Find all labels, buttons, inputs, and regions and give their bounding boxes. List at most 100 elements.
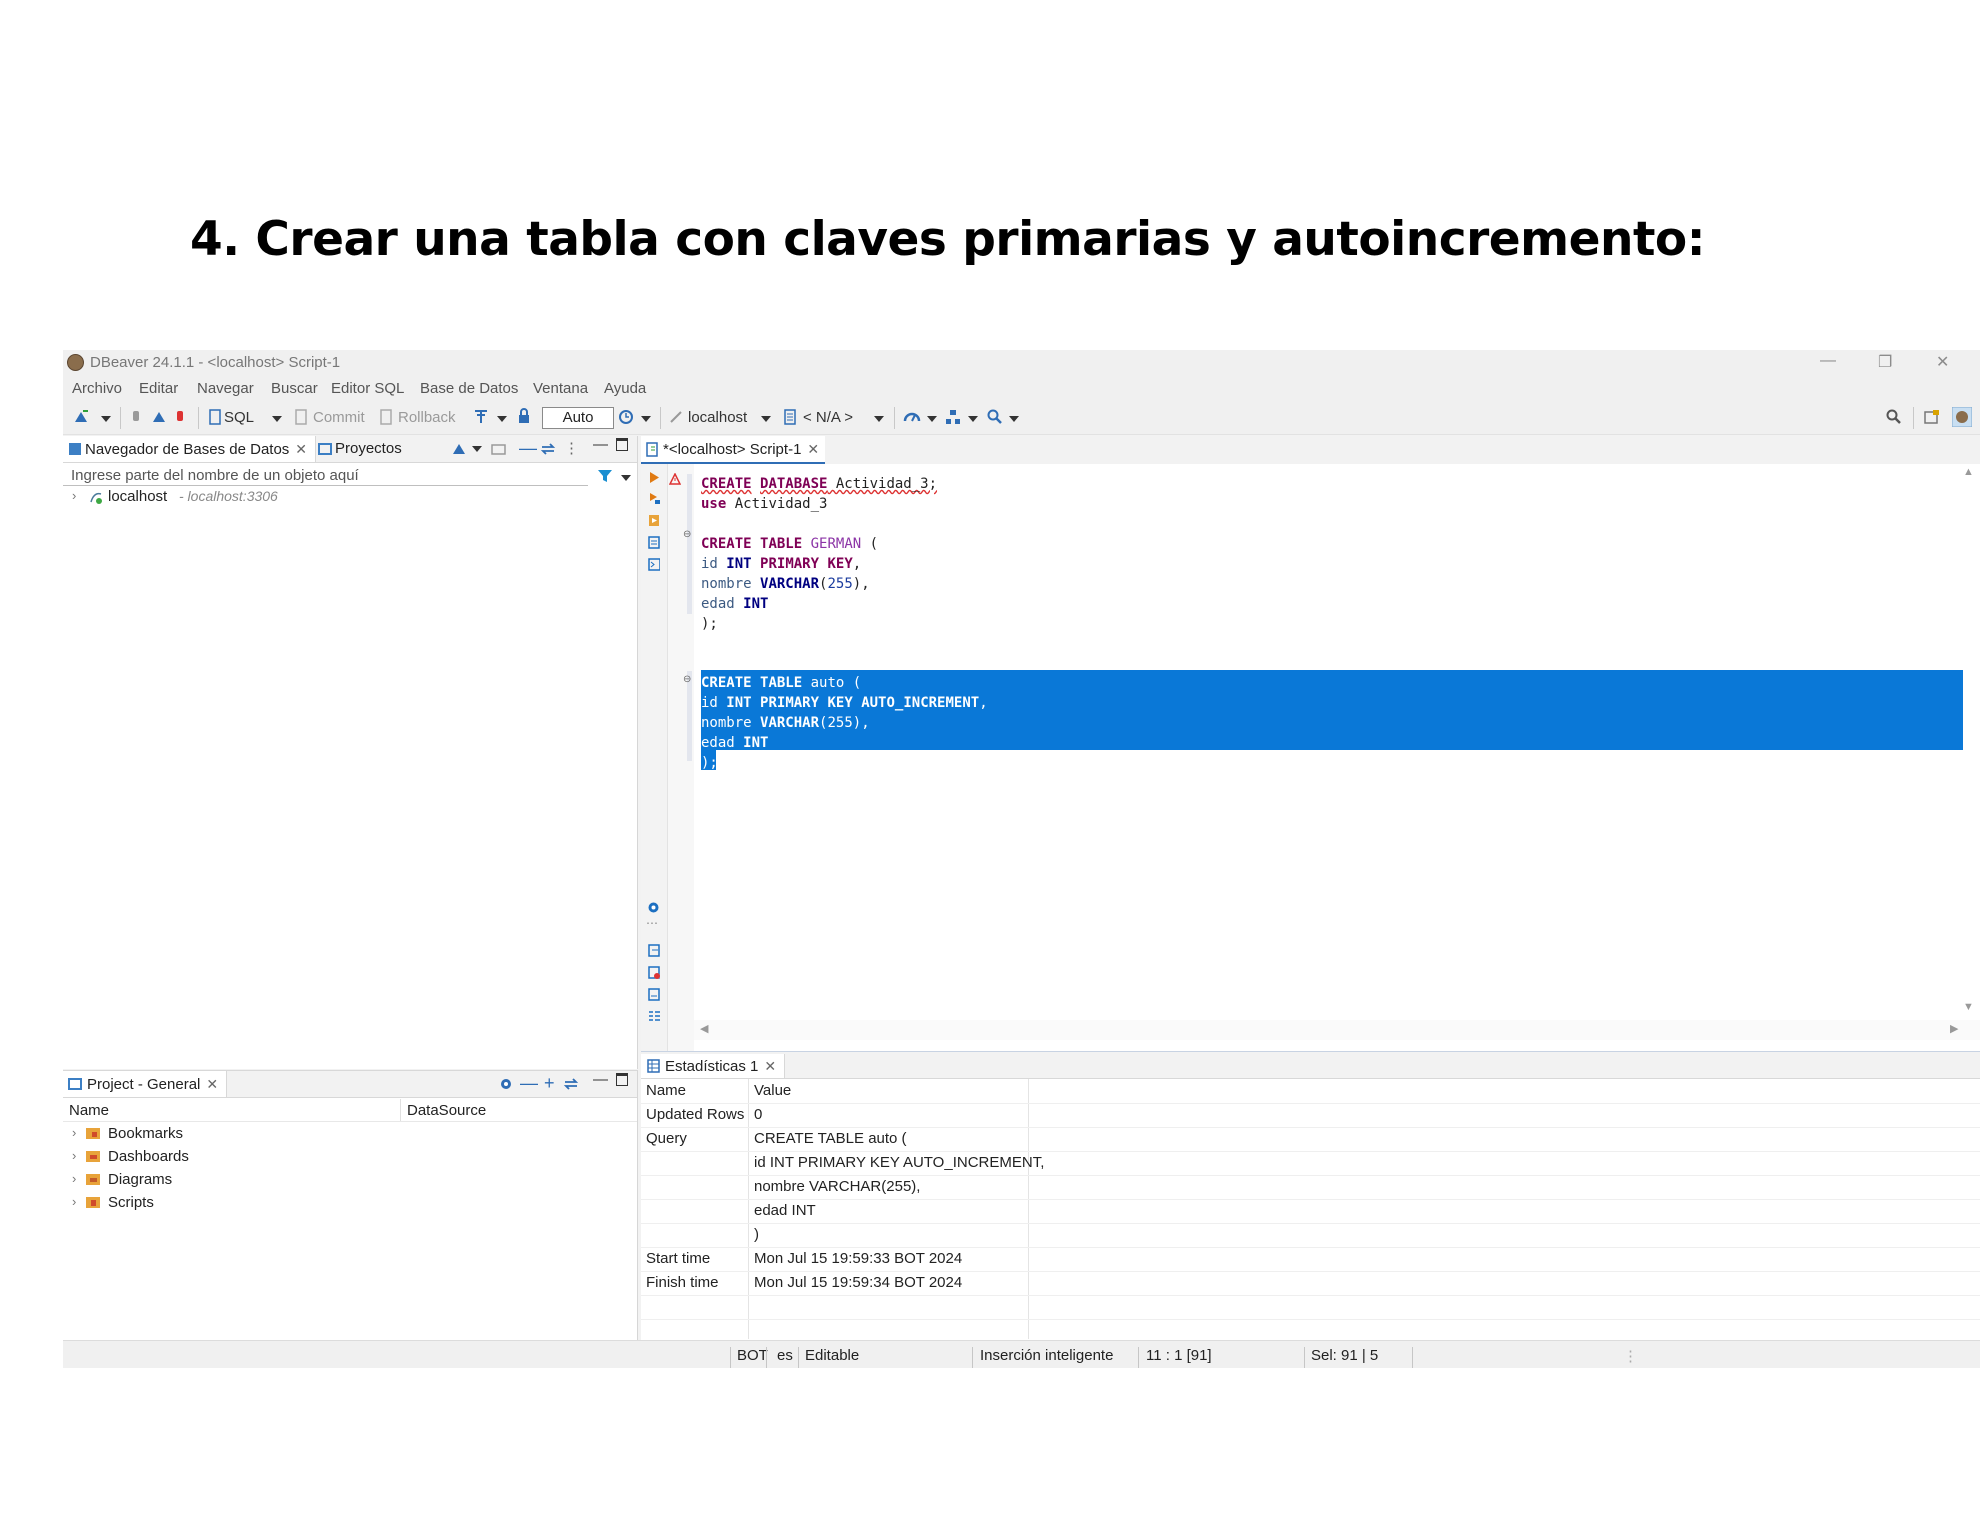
lock-icon[interactable] <box>517 408 531 425</box>
code-line-15[interactable]: ); <box>701 753 718 773</box>
status-insert-mode[interactable]: Inserción inteligente <box>980 1347 1113 1364</box>
expand-chevron-icon[interactable]: › <box>72 1194 76 1209</box>
erd-icon[interactable] <box>945 409 961 425</box>
dashboard-icon[interactable] <box>903 409 921 425</box>
scroll-right-icon[interactable]: ▶ <box>1950 1022 1958 1035</box>
horizontal-scrollbar[interactable]: ◀ ▶ <box>694 1020 1980 1040</box>
collapse-icon[interactable]: — <box>520 1073 538 1094</box>
new-connection-dropdown-icon[interactable] <box>101 416 111 422</box>
tab-project-general[interactable]: Project - General ✕ <box>63 1071 228 1097</box>
commit-icon[interactable] <box>295 409 307 425</box>
column-header-name[interactable]: Name <box>646 1079 686 1103</box>
link-editor-icon[interactable] <box>563 1076 579 1092</box>
code-line-4[interactable]: CREATE TABLE GERMAN ( <box>701 534 878 554</box>
navigator-filter-field[interactable]: Ingrese parte del nombre de un objeto aq… <box>63 465 588 486</box>
link-editor-icon[interactable] <box>540 441 556 457</box>
project-item-bookmarks[interactable]: › Bookmarks <box>63 1123 637 1146</box>
project-item-dashboards[interactable]: › Dashboards <box>63 1146 637 1169</box>
minimize-view-icon[interactable]: — <box>593 1071 608 1088</box>
restore-icon[interactable]: ❐ <box>1878 352 1892 372</box>
project-item-diagrams[interactable]: › Diagrams <box>63 1169 637 1192</box>
code-line-2[interactable]: use Actividad_3 <box>701 494 827 514</box>
expand-chevron-icon[interactable]: › <box>72 1171 76 1186</box>
maximize-view-icon[interactable] <box>616 438 628 451</box>
fold-icon[interactable]: ⊖ <box>683 529 691 540</box>
find-icon[interactable] <box>987 409 1003 425</box>
code-line-13[interactable]: nombre VARCHAR(255), <box>701 713 870 733</box>
explain-plan-icon[interactable] <box>648 558 660 571</box>
menu-base-de-datos[interactable]: Base de Datos <box>420 380 518 397</box>
expand-chevron-icon[interactable]: › <box>72 488 76 503</box>
rollback-icon[interactable] <box>380 409 392 425</box>
history-icon[interactable] <box>618 409 634 425</box>
outline-icon[interactable] <box>648 1010 660 1023</box>
navigator-menu-icon[interactable] <box>472 446 482 452</box>
scroll-up-icon[interactable]: ▲ <box>1963 466 1974 478</box>
execute-script-icon[interactable] <box>648 514 660 527</box>
sql-dropdown-icon[interactable] <box>272 416 282 422</box>
expand-icon[interactable]: + <box>544 1073 555 1094</box>
reconnect-icon[interactable] <box>151 409 167 425</box>
sql-button[interactable]: SQL <box>224 409 254 426</box>
minimize-view-icon[interactable]: — <box>593 436 608 453</box>
menu-editor-sql[interactable]: Editor SQL <box>331 380 404 397</box>
column-header-value[interactable]: Value <box>754 1079 791 1103</box>
filter-icon[interactable] <box>597 468 613 484</box>
close-window-icon[interactable]: ✕ <box>1936 352 1949 372</box>
project-item-scripts[interactable]: › Scripts <box>63 1192 637 1215</box>
code-line-8[interactable]: ); <box>701 614 718 634</box>
menu-editar[interactable]: Editar <box>139 380 178 397</box>
menu-ayuda[interactable]: Ayuda <box>604 380 646 397</box>
expand-chevron-icon[interactable]: › <box>72 1148 76 1163</box>
code-line-6[interactable]: nombre VARCHAR(255), <box>701 574 870 594</box>
table-row[interactable]: nombre VARCHAR(255), <box>641 1175 1980 1200</box>
search-icon[interactable] <box>1886 409 1902 425</box>
table-row[interactable]: id INT PRIMARY KEY AUTO_INCREMENT, <box>641 1151 1980 1176</box>
connect-icon[interactable] <box>129 409 143 425</box>
find-dropdown-icon[interactable] <box>1009 416 1019 422</box>
close-tab-icon[interactable]: ✕ <box>807 441 819 457</box>
menu-archivo[interactable]: Archivo <box>72 380 122 397</box>
history-dropdown-icon[interactable] <box>641 416 651 422</box>
transaction-mode-field[interactable]: Auto <box>542 407 614 429</box>
code-line-5[interactable]: id INT PRIMARY KEY, <box>701 554 861 574</box>
scroll-left-icon[interactable]: ◀ <box>700 1022 708 1035</box>
export-icon[interactable] <box>648 944 660 957</box>
close-tab-icon[interactable]: ✕ <box>295 441 307 457</box>
table-row[interactable]: edad INT <box>641 1199 1980 1224</box>
execute-in-new-tab-icon[interactable] <box>648 492 660 505</box>
code-line-1[interactable]: CREATE DATABASE Actividad_3; <box>701 474 937 494</box>
new-connection-icon[interactable] <box>451 441 467 457</box>
tree-item-localhost[interactable]: › localhost - localhost:3306 <box>63 488 637 508</box>
table-row[interactable]: Query CREATE TABLE auto ( <box>641 1127 1980 1152</box>
commit-button[interactable]: Commit <box>313 409 365 426</box>
filter-dropdown-icon[interactable] <box>621 475 631 481</box>
collapse-all-icon[interactable]: — <box>519 438 537 459</box>
code-line-14[interactable]: edad INT <box>701 733 768 753</box>
settings-gear-icon[interactable] <box>647 901 659 914</box>
expand-chevron-icon[interactable]: › <box>72 1125 76 1140</box>
configure-icon[interactable] <box>498 1076 514 1092</box>
rollback-button[interactable]: Rollback <box>398 409 456 426</box>
execute-script-new-tab-icon[interactable] <box>648 536 660 549</box>
transaction-dropdown-icon[interactable] <box>497 416 507 422</box>
scroll-down-icon[interactable]: ▼ <box>1963 1001 1974 1013</box>
maximize-view-icon[interactable] <box>616 1073 628 1086</box>
code-line-7[interactable]: edad INT <box>701 594 768 614</box>
fold-icon[interactable]: ⊖ <box>683 674 691 685</box>
table-row[interactable]: Start time Mon Jul 15 19:59:33 BOT 2024 <box>641 1247 1980 1272</box>
active-datasource[interactable]: localhost <box>688 409 747 426</box>
dbeaver-perspective-icon[interactable] <box>1952 407 1972 427</box>
menu-buscar[interactable]: Buscar <box>271 380 318 397</box>
tab-projects[interactable]: Proyectos <box>315 436 402 462</box>
column-header-name[interactable]: Name <box>69 1102 109 1119</box>
load-script-icon[interactable] <box>648 966 660 979</box>
transaction-mode-icon[interactable] <box>473 409 489 425</box>
tab-database-navigator[interactable]: Navegador de Bases de Datos ✕ <box>63 436 317 462</box>
dashboard-dropdown-icon[interactable] <box>927 416 937 422</box>
erd-dropdown-icon[interactable] <box>968 416 978 422</box>
tab-script-1[interactable]: *<localhost> Script-1 ✕ <box>641 436 826 464</box>
table-row[interactable]: Updated Rows 0 <box>641 1103 1980 1128</box>
close-tab-icon[interactable]: ✕ <box>764 1058 776 1074</box>
disconnect-icon[interactable] <box>173 409 187 425</box>
